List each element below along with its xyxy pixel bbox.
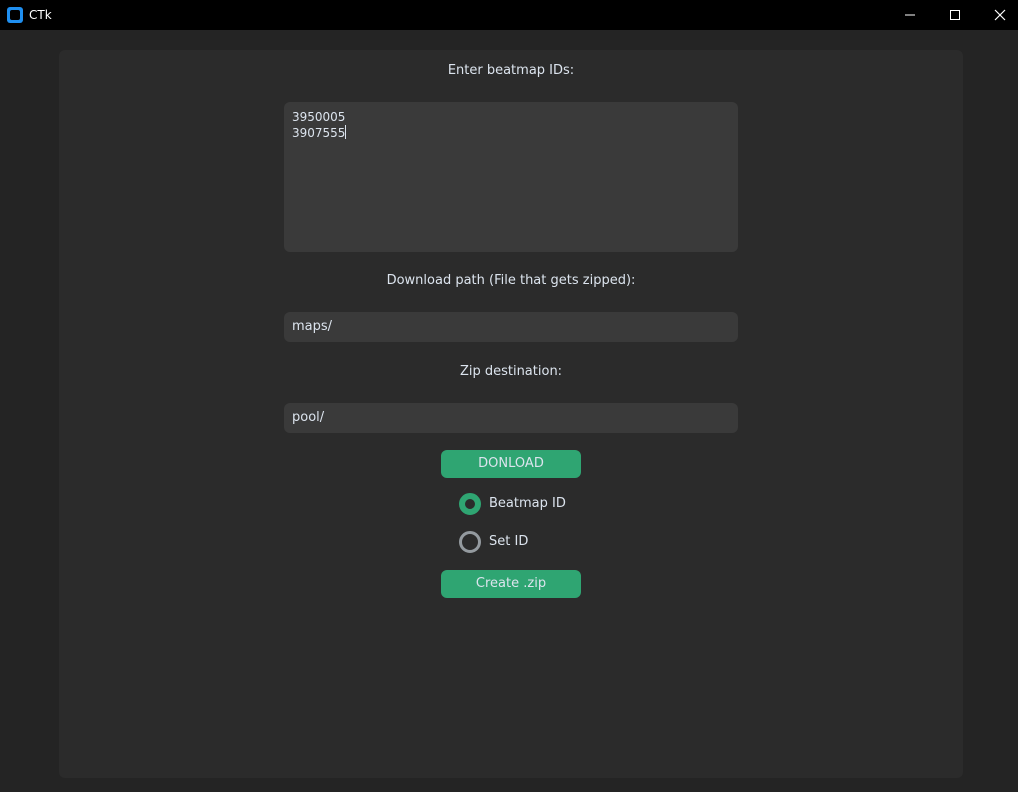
radio-set-id-label[interactable]: Set ID <box>489 533 528 551</box>
main-frame: Enter beatmap IDs: 3950005 3907555 Downl… <box>59 50 963 778</box>
text-cursor <box>345 125 347 139</box>
radio-checked-icon[interactable] <box>459 493 481 515</box>
download-path-label: Download path (File that gets zipped): <box>386 273 636 288</box>
beatmap-ids-textbox[interactable]: 3950005 3907555 <box>284 102 738 252</box>
app-icon <box>7 7 23 23</box>
zip-destination-input[interactable]: pool/ <box>284 403 738 433</box>
zip-destination-label: Zip destination: <box>459 364 563 379</box>
create-zip-button[interactable]: Create .zip <box>441 570 581 598</box>
beatmap-ids-label: Enter beatmap IDs: <box>447 63 575 78</box>
minimize-icon <box>905 14 915 16</box>
title-bar: CTk <box>0 0 1018 30</box>
beatmap-id-line: 3907555 <box>292 126 346 140</box>
maximize-button[interactable] <box>932 0 978 30</box>
download-path-input[interactable]: maps/ <box>284 312 738 342</box>
radio-beatmap-id-label[interactable]: Beatmap ID <box>489 495 566 513</box>
close-button[interactable] <box>977 0 1018 30</box>
radio-unchecked-icon[interactable] <box>459 531 481 553</box>
minimize-button[interactable] <box>887 0 933 30</box>
download-button[interactable]: DONLOAD <box>441 450 581 478</box>
close-icon <box>994 9 1006 21</box>
beatmap-id-line: 3950005 <box>292 110 346 124</box>
window-title: CTk <box>29 8 52 22</box>
maximize-icon <box>950 10 960 20</box>
